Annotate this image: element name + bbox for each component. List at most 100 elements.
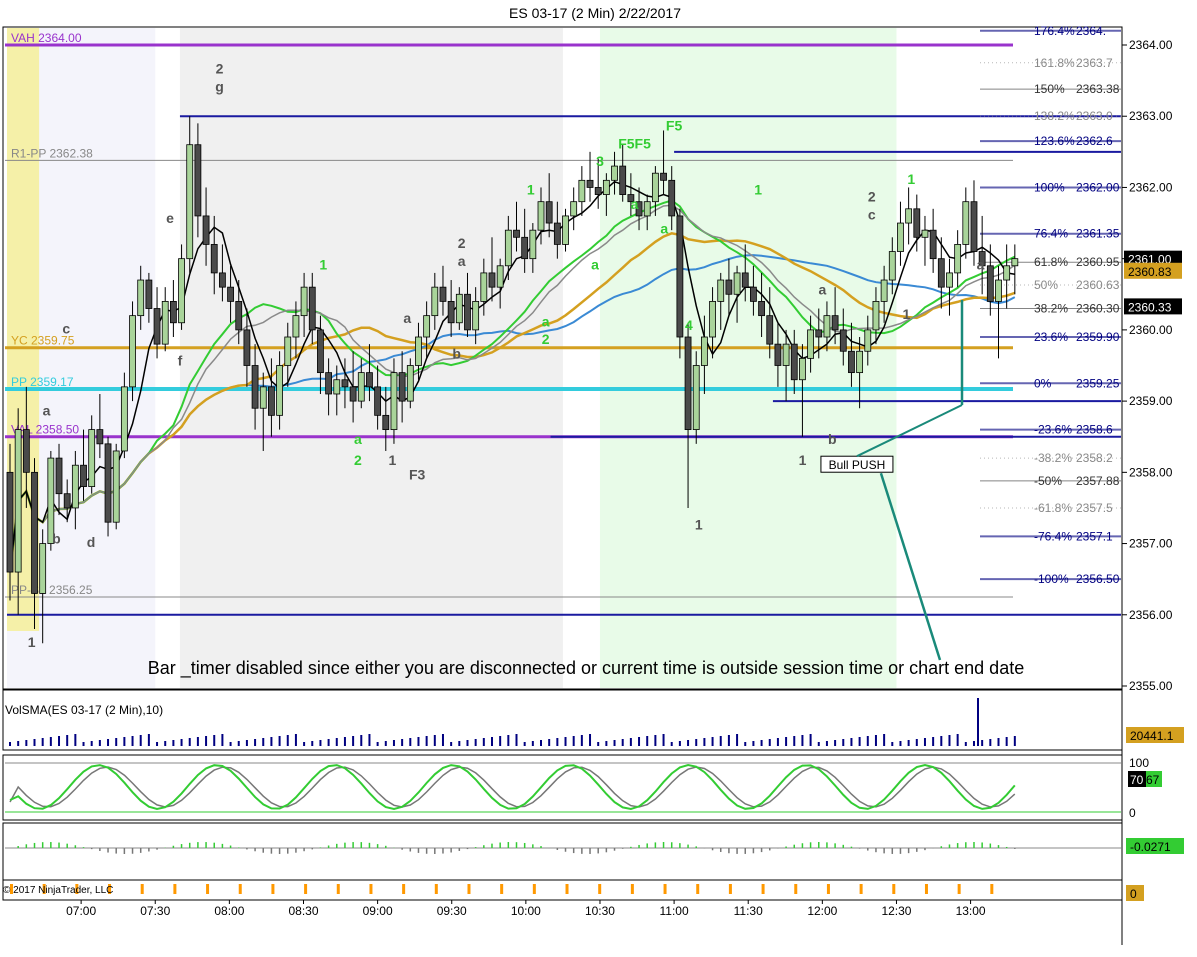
fib-pct: 23.6%: [1034, 330, 1068, 344]
wave-label: a: [354, 431, 362, 447]
candle-body: [284, 336, 292, 366]
candle-body: [80, 464, 87, 487]
candle-body: [88, 429, 96, 487]
candle-body: [504, 229, 512, 267]
wave-label: a: [403, 310, 411, 326]
candle-body: [937, 258, 945, 288]
fib-pct: 76.4%: [1034, 227, 1068, 241]
candlestick-chart[interactable]: VAH 2364.00R1-PP 2362.38YC 2359.75PP 235…: [0, 0, 1197, 952]
time-tick-label: 09:30: [437, 904, 467, 918]
time-tick-label: 07:30: [140, 904, 170, 918]
candle-body: [488, 272, 496, 288]
signal-marker: [336, 884, 340, 894]
time-tick-label: 07:00: [66, 904, 96, 918]
candle-body: [815, 329, 823, 338]
wave-label: 2: [354, 452, 362, 468]
signal-marker: [369, 884, 373, 894]
wave-label: 4: [685, 317, 693, 333]
candle-body: [31, 471, 38, 594]
candle-body: [741, 272, 749, 288]
fib-pct: 50%: [1034, 278, 1058, 292]
indicator-panel-frame: [2, 879, 1123, 901]
wave-label: a: [542, 313, 550, 329]
wave-label: a: [591, 256, 599, 272]
wave-label: 1: [527, 182, 535, 198]
wave-label: F5F5: [618, 135, 651, 151]
wave-label: 1: [907, 171, 915, 187]
candle-body: [447, 300, 455, 324]
wave-label: d: [87, 534, 96, 550]
candle-body: [104, 443, 112, 523]
signal-marker: [663, 884, 667, 894]
wave-label: b: [452, 345, 461, 361]
fib-pct: 123.6%: [1034, 134, 1075, 148]
candle-body: [913, 208, 921, 238]
candle-body: [619, 165, 627, 195]
signal-value: 0: [1130, 887, 1137, 901]
indicator-panels: 100 0 70 67 -0.0271 20441.1 0: [2, 689, 1184, 901]
fib-pct: -23.6%: [1034, 423, 1072, 437]
candle-body: [725, 279, 733, 295]
wave-label: a: [43, 402, 51, 418]
candle-body: [668, 179, 676, 217]
candle-body: [651, 172, 659, 203]
wave-label: a: [660, 221, 668, 237]
signal-marker: [990, 884, 994, 894]
wave-label: 3: [596, 153, 604, 169]
candle-body: [562, 215, 569, 245]
candle-body: [660, 172, 667, 181]
candle-body: [897, 222, 904, 252]
candle-body: [586, 179, 594, 188]
signal-marker: [794, 884, 798, 894]
wave-label: 2: [868, 189, 876, 205]
candle-body: [455, 293, 463, 324]
wave-label: g: [215, 78, 224, 94]
fib-value: 2363.0: [1076, 109, 1113, 123]
signal-marker: [598, 884, 602, 894]
signal-marker: [924, 884, 928, 894]
signal-marker: [892, 884, 896, 894]
fib-value: 2361.35: [1076, 227, 1120, 241]
candle-body: [513, 229, 520, 238]
candle-body: [71, 464, 79, 509]
candle-body: [169, 300, 177, 324]
candle-body: [308, 286, 316, 331]
price-tick-label: 2362.00: [1129, 180, 1173, 194]
candle-body: [268, 386, 275, 416]
candle-body: [986, 265, 994, 302]
candle-body: [22, 429, 30, 473]
candle-body: [137, 279, 145, 317]
wave-label: a: [977, 256, 985, 272]
bar-timer-notice: Bar _timer disabled since either you are…: [148, 658, 1024, 679]
candle-body: [349, 386, 357, 402]
time-tick-label: 13:00: [956, 904, 986, 918]
candle-body: [970, 201, 978, 252]
signal-marker: [140, 884, 144, 894]
wave-label: c: [868, 206, 876, 222]
candle-body: [1011, 258, 1019, 267]
fib-value: 2360.95: [1076, 255, 1120, 269]
fib-value: 2357.5: [1076, 501, 1113, 515]
price-tick-label: 2364.00: [1129, 38, 1173, 52]
fib-value: 2362.6: [1076, 134, 1113, 148]
candle-body: [398, 372, 406, 402]
fib-pct: -61.8%: [1034, 501, 1072, 515]
price-tick-label: 2363.00: [1129, 109, 1173, 123]
wave-label: 1: [389, 452, 397, 468]
signal-marker: [859, 884, 863, 894]
candle-body: [145, 279, 153, 309]
candle-body: [161, 300, 169, 345]
candle-body: [905, 208, 913, 224]
candle-body: [733, 272, 741, 295]
stoch-tick-label: 100: [1129, 756, 1149, 770]
signal-marker: [238, 884, 242, 894]
fib-pct: 61.8%: [1034, 255, 1068, 269]
chart-background: [2, 26, 1123, 690]
fib-pct: 138.2%: [1034, 109, 1075, 123]
candle-body: [692, 365, 700, 430]
candle-body: [929, 229, 937, 260]
candle-body: [227, 286, 234, 302]
candle-body: [823, 315, 831, 338]
candle-body: [594, 187, 602, 195]
candle-body: [120, 386, 128, 452]
